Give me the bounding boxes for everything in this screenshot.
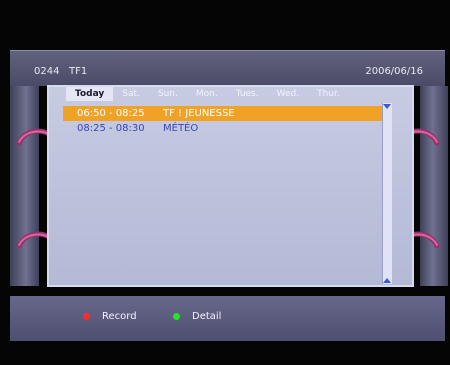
left-side-panel [10, 86, 39, 286]
channel-info: 0244 TF1 [34, 66, 87, 77]
program-row[interactable]: 08:25 - 08:30 MÉTÉO [63, 121, 386, 136]
red-button-icon [83, 313, 90, 320]
tab-monday[interactable]: Mon. [187, 87, 227, 101]
record-key[interactable]: Record [83, 311, 137, 322]
day-tabs: Today Sat. Sun. Mon. Tues. Wed. Thur. [66, 87, 349, 101]
detail-key[interactable]: Detail [173, 311, 221, 322]
scroll-up-arrow-icon[interactable] [383, 104, 391, 109]
header-date: 2006/06/16 [365, 66, 423, 77]
tab-sunday[interactable]: Sun. [149, 87, 187, 101]
list-scrollbar[interactable] [382, 103, 392, 284]
program-list: 06:50 - 08:25 TF ! JEUNESSE 08:25 - 08:3… [63, 106, 386, 136]
program-row[interactable]: 06:50 - 08:25 TF ! JEUNESSE [63, 106, 386, 121]
scroll-down-arrow-icon[interactable] [383, 278, 391, 283]
program-time: 06:50 - 08:25 [77, 108, 145, 119]
channel-number: 0244 [34, 66, 60, 77]
channel-header: 0244 TF1 2006/06/16 [10, 50, 445, 86]
tab-thursday[interactable]: Thur. [308, 87, 349, 101]
program-time: 08:25 - 08:30 [77, 123, 145, 134]
tab-today[interactable]: Today [66, 87, 114, 101]
tab-wednesday[interactable]: Wed. [268, 87, 308, 101]
tab-tuesday[interactable]: Tues. [227, 87, 268, 101]
channel-name: TF1 [69, 66, 88, 77]
green-button-icon [173, 313, 180, 320]
epg-screen: 0244 TF1 2006/06/16 Today Sat. Sun. Mon.… [0, 0, 450, 365]
program-title: MÉTÉO [163, 123, 199, 134]
record-label: Record [102, 311, 137, 322]
right-side-panel [420, 86, 448, 286]
detail-label: Detail [192, 311, 222, 322]
program-title: TF ! JEUNESSE [163, 108, 235, 119]
tab-saturday[interactable]: Sat. [113, 87, 149, 101]
color-key-bar: Record Detail [10, 296, 445, 341]
